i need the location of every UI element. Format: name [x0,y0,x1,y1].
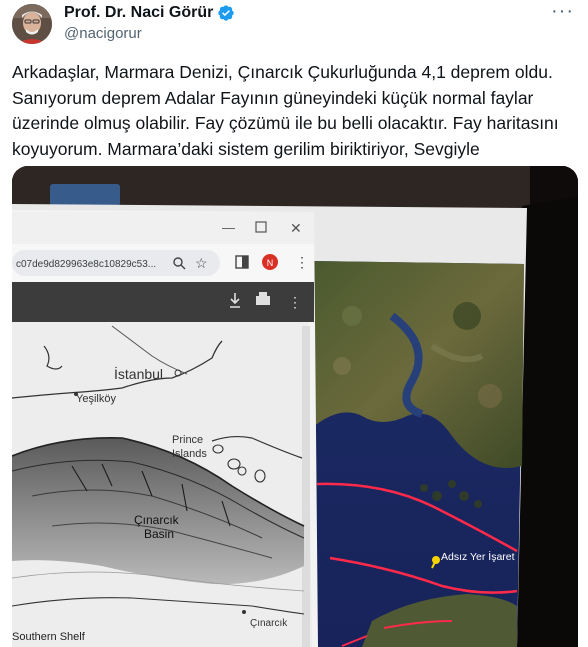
avatar-photo [12,4,52,44]
pin-label: Adsız Yer İşaret [441,550,515,563]
avatar[interactable] [12,4,52,44]
satellite-map: Adsız Yer İşaret [312,261,524,647]
verified-badge-icon [218,5,235,21]
tweet-text: Arkadaşlar, Marmara Denizi, Çınarcık Çuk… [12,60,578,162]
more-icon[interactable]: ⋮ [288,294,302,310]
tweet-line: Arkadaşlar, Marmara Denizi, Çınarcık Çuk… [12,62,553,82]
label-istanbul: İstanbul [114,365,163,382]
author-handle[interactable]: @nacigorur [64,25,142,42]
label-cinarcik-town: Çınarcık [250,618,288,629]
tweet-line: koyuyorum. Marmara’daki sistem gerilim b… [12,138,480,159]
photo-of-screen: Adsız Yer İşaret — ✕ c07de9d829963e8c108… [12,166,578,647]
minimize-icon[interactable]: — [222,220,235,235]
label-prince: Prince [172,434,203,446]
tweet-line: üzerinde olmuş olabilir. Fay çözümü ile … [12,113,559,133]
label-yesilkoy: Yeşilköy [76,393,116,405]
scrollbar[interactable] [302,326,310,647]
author-name-row: Prof. Dr. Naci Görür [64,4,235,22]
label-southern-shelf: Southern Shelf [12,631,86,643]
label-cinarcik-basin-2: Basin [144,527,174,541]
author-display-name[interactable]: Prof. Dr. Naci Görür [64,4,213,22]
more-icon[interactable]: ⋮ [295,254,309,270]
label-cinarcik-basin-1: Çınarcık [134,513,180,527]
close-icon[interactable]: ✕ [290,220,302,236]
label-islands: Islands [172,448,207,460]
tweet-media-photo[interactable]: Adsız Yer İşaret — ✕ c07de9d829963e8c108… [12,166,578,647]
tweet-line: Sanıyorum deprem Adalar Fayının güneyind… [12,87,534,108]
profile-initial: N [267,258,274,268]
star-icon[interactable]: ☆ [195,255,208,271]
more-options-icon[interactable]: ··· [551,1,574,21]
url-text: c07de9d829963e8c10829c53... [16,259,156,270]
background-blue-object [50,184,120,206]
browser-window: — ✕ c07de9d829963e8c10829c53... ☆ N ⋮ ⋮ … [12,210,318,647]
